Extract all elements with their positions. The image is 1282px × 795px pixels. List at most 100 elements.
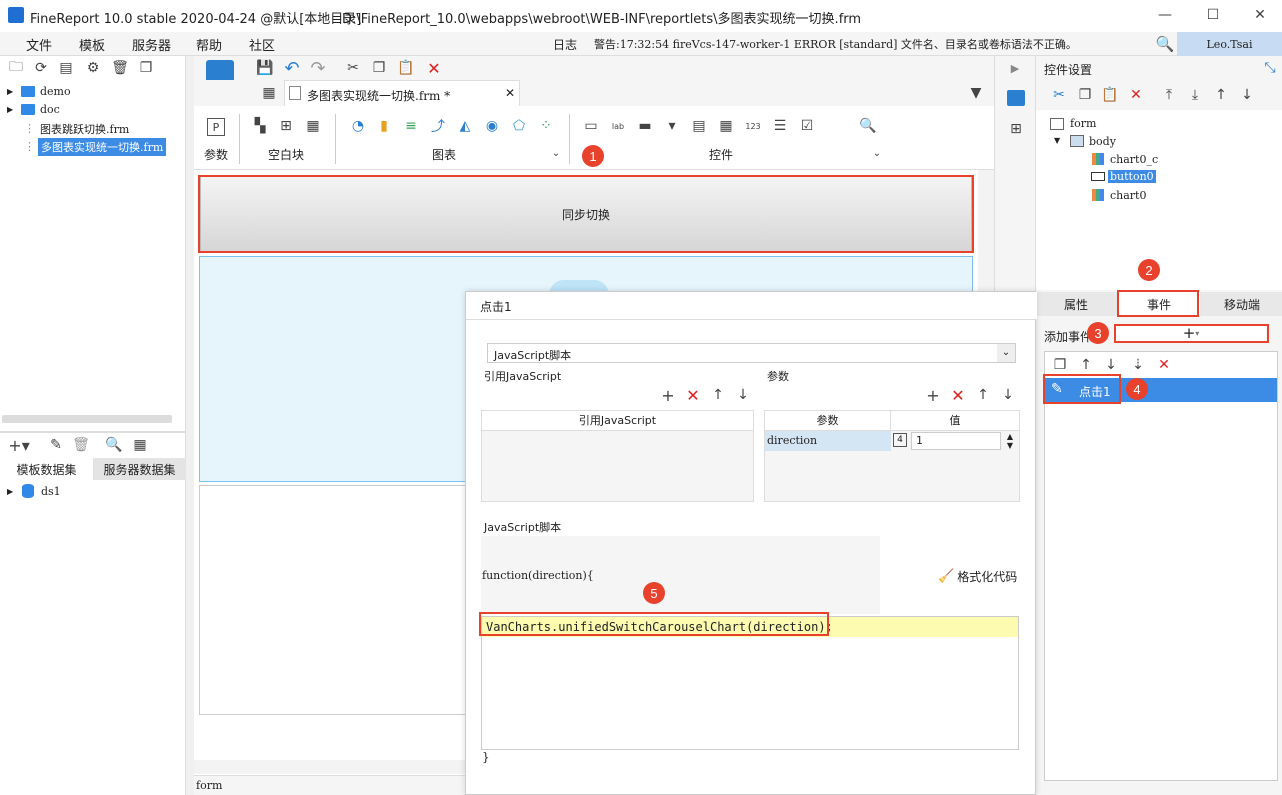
- tree-form[interactable]: form: [1070, 117, 1096, 130]
- redo-icon[interactable]: ↷: [309, 58, 327, 79]
- widget-expand-icon[interactable]: ⌄: [870, 146, 884, 160]
- blank-block-icon[interactable]: ▚: [251, 117, 269, 135]
- param-row-name[interactable]: direction: [765, 431, 891, 451]
- radar-chart-icon[interactable]: ⬠: [510, 117, 528, 135]
- search-widget-icon[interactable]: 🔍: [859, 117, 877, 135]
- editor-tab[interactable]: 多图表实现统一切换.frm * ✕: [284, 80, 520, 106]
- menu-template[interactable]: 模板: [79, 35, 105, 54]
- format-code-button[interactable]: 🧹 格式化代码: [938, 567, 1022, 585]
- ref-up-icon[interactable]: ↑: [710, 386, 726, 404]
- checkbox-icon[interactable]: ☑: [798, 117, 816, 135]
- param-down-icon[interactable]: ↓: [1000, 386, 1016, 404]
- maximize-button[interactable]: ☐: [1203, 6, 1223, 24]
- line-chart-icon[interactable]: ⤴: [429, 117, 447, 135]
- tree-body[interactable]: body: [1089, 135, 1116, 148]
- tree-button0[interactable]: button0: [1108, 170, 1156, 183]
- combo-icon[interactable]: ▾: [663, 117, 681, 135]
- close-window-button[interactable]: ✕: [1250, 6, 1270, 24]
- copy-icon[interactable]: ❐: [370, 59, 388, 77]
- scatter-chart-icon[interactable]: ⁘: [537, 117, 555, 135]
- edit-icon[interactable]: ✎: [48, 436, 64, 454]
- move-down-icon[interactable]: ↓: [1238, 86, 1256, 104]
- copy-icon[interactable]: ❐: [1051, 356, 1069, 374]
- button-widget-icon[interactable]: ▬: [636, 117, 654, 135]
- layout-manager-icon[interactable]: ⊞: [1007, 120, 1025, 138]
- add-ref-icon[interactable]: +: [660, 386, 676, 405]
- tab-layout-icon[interactable]: ▦: [304, 117, 322, 135]
- gauge-chart-icon[interactable]: ◉: [483, 117, 501, 135]
- new-folder-icon[interactable]: 🗀: [8, 59, 24, 76]
- left-collapse-bar[interactable]: [186, 56, 194, 795]
- delete-param-icon[interactable]: ✕: [950, 386, 966, 405]
- tree-item-doc[interactable]: doc: [40, 103, 60, 116]
- user-badge[interactable]: Leo.Tsai: [1177, 32, 1282, 56]
- tree-chart0[interactable]: chart0: [1110, 189, 1146, 202]
- textarea-icon[interactable]: ☰: [771, 117, 789, 135]
- tree-chart0c[interactable]: chart0_c: [1110, 153, 1158, 166]
- open-icon[interactable]: ▤: [58, 60, 74, 76]
- tree-expand-icon[interactable]: ▶: [7, 105, 13, 114]
- dataset-ds1[interactable]: ds1: [41, 485, 61, 498]
- list-icon[interactable]: ▤: [690, 117, 708, 135]
- search-icon[interactable]: 🔍: [1155, 34, 1175, 54]
- cut-icon[interactable]: ✂: [344, 59, 362, 77]
- value-type-icon[interactable]: 4: [893, 433, 907, 447]
- tree-collapse-icon[interactable]: ▼: [1054, 136, 1060, 145]
- move-top-icon[interactable]: ⤒: [1160, 86, 1178, 104]
- number-icon[interactable]: 123: [744, 117, 762, 135]
- bar-chart-icon[interactable]: ▮: [375, 117, 393, 135]
- add-param-icon[interactable]: +: [925, 386, 941, 405]
- tab-server-dataset[interactable]: 服务器数据集: [93, 458, 186, 480]
- move-bottom-icon[interactable]: ⤓: [1186, 86, 1204, 104]
- left-scrollbar[interactable]: [2, 415, 172, 423]
- pie-chart-icon[interactable]: ◔: [349, 117, 367, 135]
- sort-icon[interactable]: ⇣: [1129, 356, 1147, 374]
- table-icon[interactable]: ▦: [132, 436, 148, 454]
- tab-menu-icon[interactable]: ▼: [968, 85, 984, 101]
- paste-icon[interactable]: 📋: [397, 59, 415, 77]
- spinner-icon[interactable]: ▲ ▼: [1003, 432, 1017, 450]
- delete-icon[interactable]: 🗑: [72, 436, 90, 454]
- grid-icon[interactable]: ▦: [260, 84, 278, 102]
- move-up-icon[interactable]: ↑: [1077, 356, 1095, 374]
- type-select[interactable]: JavaScript脚本 ⌄: [487, 343, 1016, 363]
- area-chart-icon[interactable]: ◭: [456, 117, 474, 135]
- menu-file[interactable]: 文件: [26, 35, 52, 54]
- param-up-icon[interactable]: ↑: [975, 386, 991, 404]
- copy-icon[interactable]: ❐: [138, 60, 154, 76]
- label-icon[interactable]: lab: [609, 117, 627, 135]
- minimize-button[interactable]: —: [1155, 6, 1175, 24]
- move-up-icon[interactable]: ↑: [1212, 86, 1230, 104]
- tab-properties[interactable]: 属性: [1036, 292, 1116, 316]
- paste-icon[interactable]: 📋: [1101, 86, 1119, 104]
- menu-server[interactable]: 服务器: [132, 35, 171, 54]
- close-tab-icon[interactable]: ✕: [505, 86, 515, 100]
- copy-icon[interactable]: ❐: [1076, 86, 1094, 104]
- code-editor[interactable]: VanCharts.unifiedSwitchCarouselChart(dir…: [481, 616, 1019, 750]
- move-down-icon[interactable]: ↓: [1102, 356, 1120, 374]
- delete-ref-icon[interactable]: ✕: [685, 386, 701, 405]
- param-value-input[interactable]: 1: [911, 432, 1001, 450]
- tree-expand-icon[interactable]: ▶: [7, 87, 13, 96]
- save-icon[interactable]: 💾: [256, 59, 274, 77]
- preview-icon[interactable]: 🔍: [105, 436, 122, 454]
- tree-item-file1[interactable]: 图表跳跃切换.frm: [40, 121, 129, 137]
- delete-icon[interactable]: ✕: [1155, 356, 1173, 374]
- param-icon[interactable]: P: [207, 118, 225, 136]
- expand-right-icon[interactable]: ▶: [1007, 60, 1023, 76]
- layout-icon[interactable]: ⊞: [277, 117, 295, 135]
- delete-icon[interactable]: ✕: [425, 59, 443, 78]
- tree-item-demo[interactable]: demo: [40, 85, 71, 98]
- delete-icon[interactable]: 🗑: [111, 60, 129, 76]
- pin-icon[interactable]: ⤡: [1262, 60, 1278, 76]
- tree-expand-icon[interactable]: ▶: [7, 487, 13, 496]
- tab-mobile[interactable]: 移动端: [1202, 292, 1282, 316]
- cut-icon[interactable]: ✂: [1050, 86, 1068, 104]
- settings-icon[interactable]: ⚙: [85, 60, 101, 76]
- delete-icon[interactable]: ✕: [1127, 86, 1145, 104]
- tab-template-dataset[interactable]: 模板数据集: [0, 458, 93, 480]
- widget-settings-icon[interactable]: [1007, 90, 1025, 106]
- tree-item-file2[interactable]: 多图表实现统一切换.frm: [38, 138, 167, 156]
- menu-help[interactable]: 帮助: [196, 35, 222, 54]
- log-link[interactable]: 日志: [553, 36, 577, 53]
